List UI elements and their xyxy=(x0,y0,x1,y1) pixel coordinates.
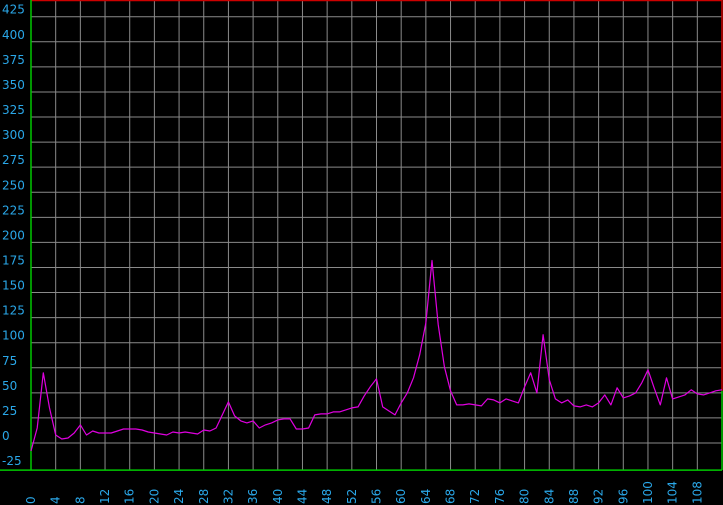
x-tick-label: 60 xyxy=(394,489,408,504)
y-tick-label: 275 xyxy=(2,153,25,167)
x-tick-label: 32 xyxy=(221,489,235,504)
x-tick-label: 16 xyxy=(123,489,137,504)
x-tick-label: 84 xyxy=(542,489,556,504)
y-tick-label: 100 xyxy=(2,329,25,343)
x-tick-label: 76 xyxy=(493,489,507,504)
y-tick-label: 300 xyxy=(2,128,25,142)
y-tick-label: 250 xyxy=(2,178,25,192)
y-tick-label: 50 xyxy=(2,379,17,393)
x-tick-label: 0 xyxy=(24,496,38,504)
x-tick-label: 48 xyxy=(320,489,334,504)
x-tick-label: 12 xyxy=(98,489,112,504)
y-tick-label: 125 xyxy=(2,304,25,318)
y-tick-label: 325 xyxy=(2,103,25,117)
y-tick-label: 425 xyxy=(2,3,25,17)
x-tick-label: 80 xyxy=(518,489,532,504)
y-tick-label: 225 xyxy=(2,203,25,217)
plot-background xyxy=(0,0,723,505)
x-tick-label: 8 xyxy=(73,496,87,504)
x-tick-label: 52 xyxy=(345,489,359,504)
x-tick-label: 44 xyxy=(295,489,309,504)
x-tick-label: 36 xyxy=(246,489,260,504)
x-tick-label: 28 xyxy=(197,489,211,504)
x-tick-label: 72 xyxy=(468,489,482,504)
y-tick-label: 375 xyxy=(2,53,25,67)
y-tick-label: 150 xyxy=(2,279,25,293)
y-tick-label: 0 xyxy=(2,429,10,443)
y-tick-label: 175 xyxy=(2,253,25,267)
y-tick-label: 25 xyxy=(2,404,17,418)
x-tick-label: 68 xyxy=(444,489,458,504)
x-tick-label: 56 xyxy=(370,489,384,504)
x-tick-label: 4 xyxy=(49,496,63,504)
line-chart: -250255075100125150175200225250275300325… xyxy=(0,0,723,505)
x-tick-label: 104 xyxy=(666,481,680,504)
y-tick-label: -25 xyxy=(2,454,22,468)
y-tick-label: 75 xyxy=(2,354,17,368)
x-tick-label: 64 xyxy=(419,489,433,504)
x-tick-label: 100 xyxy=(641,481,655,504)
x-tick-label: 20 xyxy=(147,489,161,504)
x-tick-label: 96 xyxy=(616,489,630,504)
y-tick-label: 200 xyxy=(2,228,25,242)
x-tick-label: 40 xyxy=(271,489,285,504)
x-tick-label: 108 xyxy=(690,481,704,504)
y-tick-label: 350 xyxy=(2,78,25,92)
y-tick-label: 400 xyxy=(2,28,25,42)
x-tick-label: 24 xyxy=(172,489,186,504)
x-tick-label: 88 xyxy=(567,489,581,504)
x-tick-label: 92 xyxy=(592,489,606,504)
